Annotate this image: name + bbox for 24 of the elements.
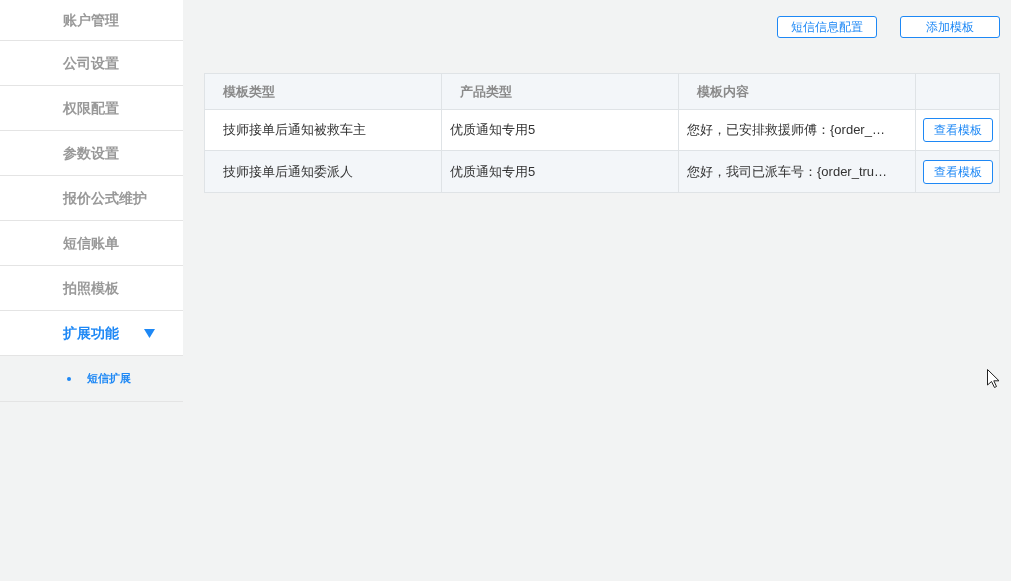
view-template-button[interactable]: 查看模板: [922, 159, 993, 184]
sidebar-item[interactable]: 账户管理: [0, 0, 183, 41]
view-template-button[interactable]: 查看模板: [922, 118, 993, 142]
column-header: 模板内容: [679, 74, 916, 109]
bullet-icon: [67, 376, 71, 381]
toolbar-button[interactable]: 添加模板: [900, 16, 1000, 38]
sidebar-item[interactable]: 拍照模板: [0, 266, 183, 311]
sidebar-item[interactable]: 参数设置: [0, 131, 183, 176]
submenu-item[interactable]: 短信扩展: [0, 356, 183, 402]
table-cell: 技师接单后通知被救车主: [205, 110, 442, 150]
table-cell: 技师接单后通知委派人: [205, 151, 442, 192]
table-cell: 优质通知专用5: [442, 151, 679, 192]
cursor-icon: [987, 369, 1000, 388]
column-header: 产品类型: [442, 74, 679, 109]
sidebar-item[interactable]: 报价公式维护: [0, 176, 183, 221]
sidebar-item[interactable]: 扩展功能: [0, 311, 183, 356]
sidebar-item[interactable]: 短信账单: [0, 221, 183, 266]
sidebar-item[interactable]: 权限配置: [0, 86, 183, 131]
toolbar-button[interactable]: 短信信息配置: [777, 16, 877, 38]
column-header: 模板类型: [205, 74, 442, 109]
sidebar-item[interactable]: 公司设置: [0, 41, 183, 86]
table-cell: 您好，已安排救援师傅：{order_…: [679, 110, 916, 150]
table-cell: 优质通知专用5: [442, 110, 679, 150]
table-cell: 您好，我司已派车号：{order_tru…: [679, 151, 916, 192]
